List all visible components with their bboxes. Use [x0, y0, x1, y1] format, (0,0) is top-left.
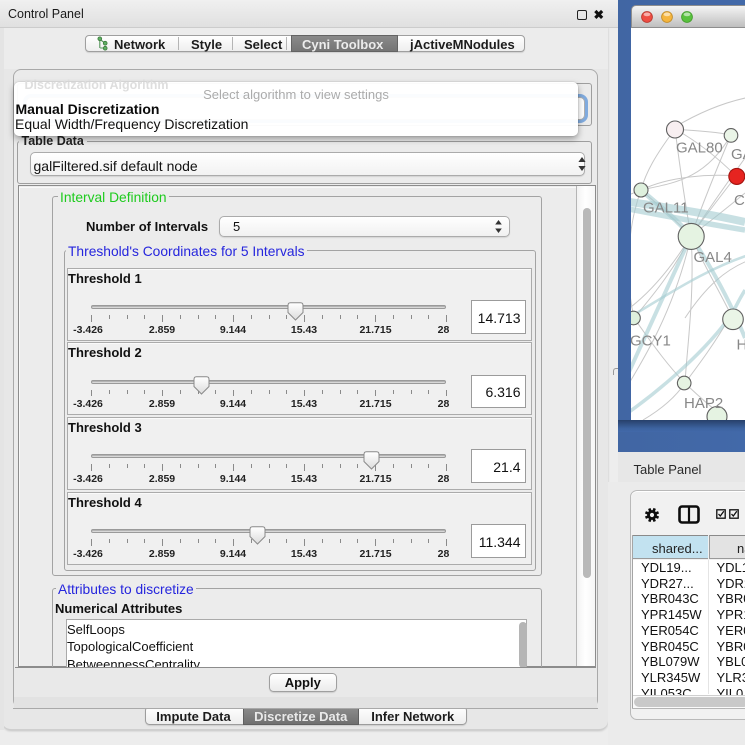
svg-text:GAL4: GAL4: [694, 249, 732, 266]
svg-text:CD: CD: [734, 192, 745, 209]
svg-text:HAP2: HAP2: [684, 395, 723, 412]
svg-text:GAL11: GAL11: [643, 200, 689, 217]
svg-text:GCY1: GCY1: [631, 333, 671, 350]
svg-text:HM: HM: [737, 337, 745, 354]
svg-text:GAL: GAL: [731, 146, 745, 163]
svg-text:GAL80: GAL80: [676, 140, 723, 157]
